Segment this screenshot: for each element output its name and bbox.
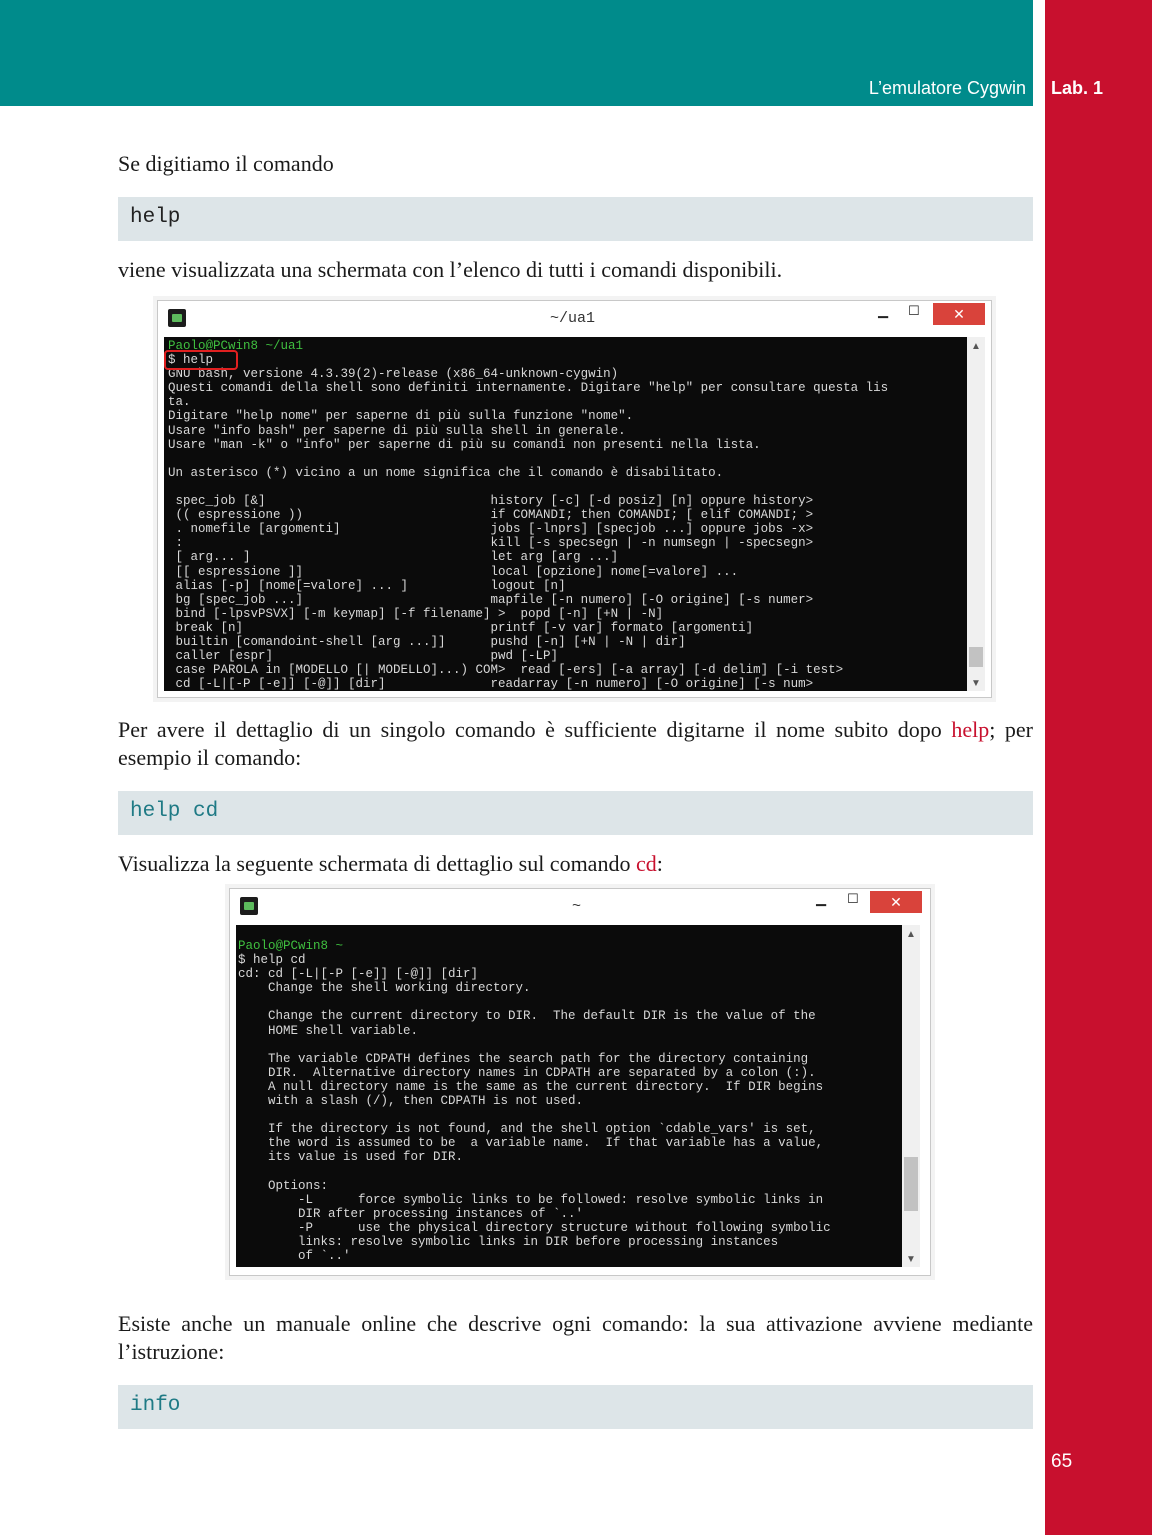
scrollbar[interactable]: ▲ ▼ (902, 925, 920, 1267)
maximize-button[interactable]: ☐ (908, 303, 920, 319)
console-text: $ help GNU bash, versione 4.3.39(2)-rele… (168, 353, 889, 691)
paragraph-intro: Se digitiamo il comando (118, 151, 334, 176)
console-prompt: Paolo@PCwin8 ~ (238, 939, 344, 953)
paragraph-text: Per avere il dettaglio di un singolo com… (118, 717, 952, 742)
chapter-header-bar: L’emulatore Cygwin (0, 0, 1033, 106)
window-title: ~ (572, 898, 582, 915)
window-titlebar: ~/ua1 ▁ ☐ ✕ (158, 301, 991, 335)
minimize-button[interactable]: ▁ (816, 891, 826, 907)
terminal-window-help-cd: ~ ▁ ☐ ✕ Paolo@PCwin8 ~ $ help cd cd: cd … (229, 888, 931, 1276)
close-button[interactable]: ✕ (870, 891, 922, 913)
console-output[interactable]: Paolo@PCwin8 ~ $ help cd cd: cd [-L|[-P … (236, 925, 902, 1267)
window-title: ~/ua1 (550, 310, 596, 327)
maximize-button[interactable]: ☐ (847, 891, 859, 907)
paragraph-text: : (656, 851, 663, 876)
minimize-button[interactable]: ▁ (878, 303, 888, 319)
lab-side-bar: Lab. 1 65 (1045, 0, 1152, 1535)
lab-label: Lab. 1 (1051, 78, 1104, 98)
scroll-down-icon[interactable]: ▼ (902, 1254, 920, 1265)
paragraph-manual: Esiste anche un manuale online che descr… (118, 1311, 1033, 1364)
scroll-thumb[interactable] (969, 647, 983, 667)
highlight-circle (164, 350, 238, 370)
paragraph-detail: Per avere il dettaglio di un singolo com… (118, 716, 1033, 772)
paragraph-help-result: viene visualizzata una schermata con l’e… (118, 257, 783, 282)
console-text: $ help cd cd: cd [-L|[-P [-e]] [-@]] [di… (238, 953, 831, 1264)
code-block-info: info (118, 1385, 1033, 1429)
window-titlebar: ~ ▁ ☐ ✕ (230, 889, 930, 923)
scroll-down-icon[interactable]: ▼ (967, 678, 985, 689)
code-block-help: help (118, 197, 1033, 241)
scroll-up-icon[interactable]: ▲ (967, 341, 985, 352)
scroll-up-icon[interactable]: ▲ (902, 929, 920, 940)
console-output[interactable]: Paolo@PCwin8 ~/ua1 $ help GNU bash, vers… (164, 337, 967, 691)
code-text: help cd (130, 800, 219, 823)
paragraph-text: Visualizza la seguente schermata di dett… (118, 851, 636, 876)
keyword-cd: cd (635, 851, 657, 876)
keyword-help: help (951, 717, 990, 742)
code-block-help-cd: help cd (118, 791, 1033, 835)
scrollbar[interactable]: ▲ ▼ (967, 337, 985, 691)
close-button[interactable]: ✕ (933, 303, 985, 325)
cygwin-icon (168, 309, 186, 327)
code-text: info (130, 1394, 181, 1417)
page-number: 65 (1051, 1451, 1073, 1472)
chapter-title: L’emulatore Cygwin (868, 78, 1026, 98)
cygwin-icon (240, 897, 258, 915)
scroll-thumb[interactable] (904, 1157, 918, 1211)
paragraph-cd-intro: Visualizza la seguente schermata di dett… (118, 850, 1033, 878)
code-text: help (130, 206, 181, 229)
terminal-window-help: ~/ua1 ▁ ☐ ✕ Paolo@PCwin8 ~/ua1 $ help GN… (157, 300, 992, 698)
